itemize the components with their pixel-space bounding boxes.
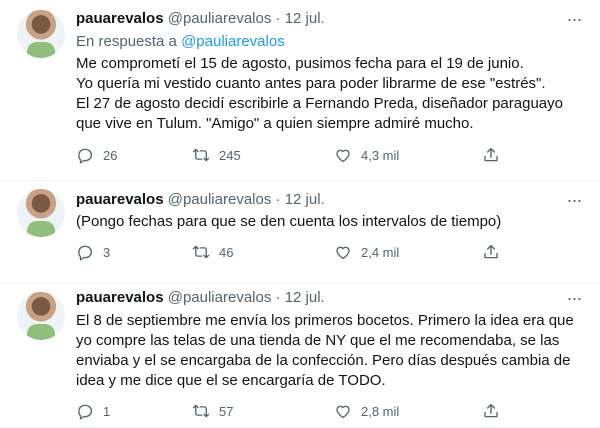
share-icon (484, 244, 498, 259)
reply-button[interactable]: 26 (76, 146, 117, 164)
share-icon (484, 147, 498, 162)
retweet-icon (192, 404, 210, 418)
avatar[interactable] (17, 292, 65, 340)
author-handle[interactable]: @pauliarevalos (168, 10, 272, 27)
reply-icon (78, 148, 93, 164)
tweet-actions: 26 245 4,3 mil (72, 146, 512, 168)
tweet-text: El 8 de septiembre me envía los primeros… (76, 312, 574, 389)
retweet-button[interactable]: 46 (192, 243, 233, 261)
reply-prefix: En respuesta a (76, 33, 177, 50)
like-button[interactable]: 4,3 mil (334, 146, 399, 164)
avatar[interactable] (17, 189, 65, 237)
retweet-count: 245 (219, 147, 241, 163)
like-button[interactable]: 2,8 mil (334, 402, 399, 420)
tweet[interactable]: pauarevalos @pauliarevalos · 12 jul. ···… (0, 0, 600, 181)
reply-count: 3 (103, 244, 111, 260)
more-icon[interactable]: ··· (564, 10, 584, 32)
like-icon (336, 405, 350, 419)
reply-count: 26 (103, 147, 118, 163)
retweet-count: 46 (219, 244, 234, 260)
retweet-icon (192, 245, 210, 259)
tweet[interactable]: pauarevalos @pauliarevalos · 12 jul. ···… (0, 284, 600, 428)
like-button[interactable]: 2,4 mil (334, 243, 399, 261)
retweet-icon (192, 148, 210, 162)
tweet-text: (Pongo fechas para que se den cuenta los… (76, 213, 502, 230)
separator: · (275, 10, 281, 27)
like-icon (336, 246, 350, 260)
more-icon[interactable]: ··· (564, 289, 584, 311)
tweet-header: pauarevalos @pauliarevalos · 12 jul. (76, 191, 325, 208)
avatar[interactable] (17, 10, 65, 58)
author-handle[interactable]: @pauliarevalos (168, 191, 272, 208)
reply-icon (78, 245, 93, 261)
tweet-date[interactable]: 12 jul. (285, 289, 325, 306)
share-button[interactable] (482, 243, 509, 261)
like-count: 4,3 mil (361, 147, 400, 163)
tweet[interactable]: pauarevalos @pauliarevalos · 12 jul. ···… (0, 181, 600, 284)
like-icon (336, 149, 350, 163)
reply-context: En respuesta a @pauliarevalos (76, 33, 285, 50)
tweet-text: Me comprometí el 15 de agosto, pusimos f… (76, 55, 563, 132)
reply-to-handle[interactable]: @pauliarevalos (181, 33, 285, 50)
like-count: 2,4 mil (361, 244, 400, 260)
tweet-actions: 1 57 2,8 mil (72, 402, 512, 424)
reply-button[interactable]: 1 (76, 402, 110, 420)
more-icon[interactable]: ··· (564, 191, 584, 213)
like-count: 2,8 mil (361, 403, 400, 419)
tweet-actions: 3 46 2,4 mil (72, 243, 512, 265)
separator: · (275, 289, 281, 306)
share-button[interactable] (482, 146, 509, 164)
tweet-header: pauarevalos @pauliarevalos · 12 jul. (76, 10, 325, 27)
author-name[interactable]: pauarevalos (76, 289, 164, 306)
tweet-date[interactable]: 12 jul. (285, 10, 325, 27)
retweet-button[interactable]: 245 (192, 146, 241, 164)
author-name[interactable]: pauarevalos (76, 191, 164, 208)
reply-count: 1 (103, 403, 111, 419)
separator: · (275, 191, 281, 208)
author-handle[interactable]: @pauliarevalos (168, 289, 272, 306)
reply-button[interactable]: 3 (76, 243, 110, 261)
tweet-header: pauarevalos @pauliarevalos · 12 jul. (76, 289, 325, 306)
retweet-button[interactable]: 57 (192, 402, 233, 420)
share-icon (484, 403, 498, 418)
author-name[interactable]: pauarevalos (76, 10, 164, 27)
reply-icon (78, 404, 93, 420)
retweet-count: 57 (219, 403, 234, 419)
tweet-date[interactable]: 12 jul. (285, 191, 325, 208)
share-button[interactable] (482, 402, 509, 420)
